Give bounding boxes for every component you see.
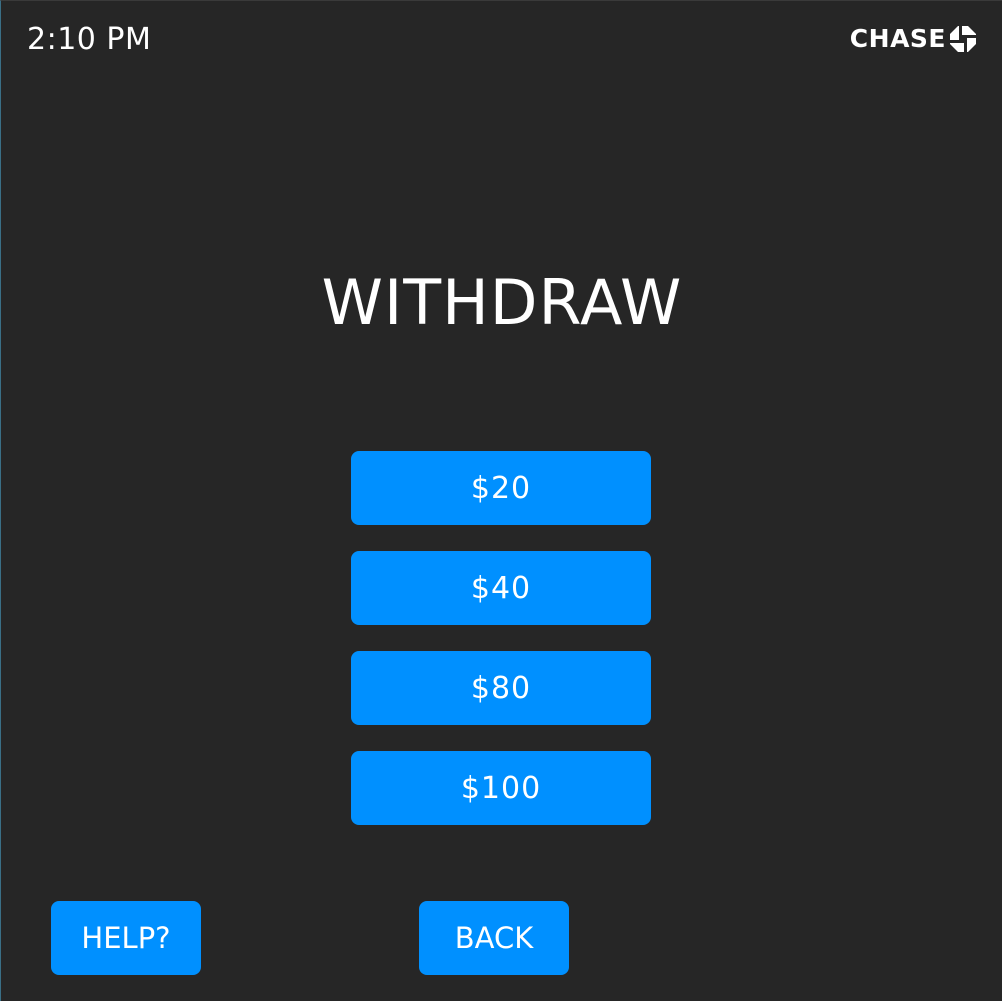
amount-20-button[interactable]: $20 — [351, 451, 651, 525]
chase-octagon-icon — [950, 26, 976, 52]
clock-time: 2:10 PM — [27, 22, 152, 57]
page-title: WITHDRAW — [321, 266, 683, 339]
amount-100-button[interactable]: $100 — [351, 751, 651, 825]
amount-40-button[interactable]: $40 — [351, 551, 651, 625]
help-button[interactable]: HELP? — [51, 901, 201, 975]
amount-80-button[interactable]: $80 — [351, 651, 651, 725]
atm-screen: 2:10 PM CHASE WITHDRAW $20 $40 $80 $100 … — [0, 0, 1002, 1001]
brand-logo: CHASE — [850, 25, 976, 53]
brand-name: CHASE — [849, 24, 946, 53]
back-button[interactable]: BACK — [419, 901, 569, 975]
